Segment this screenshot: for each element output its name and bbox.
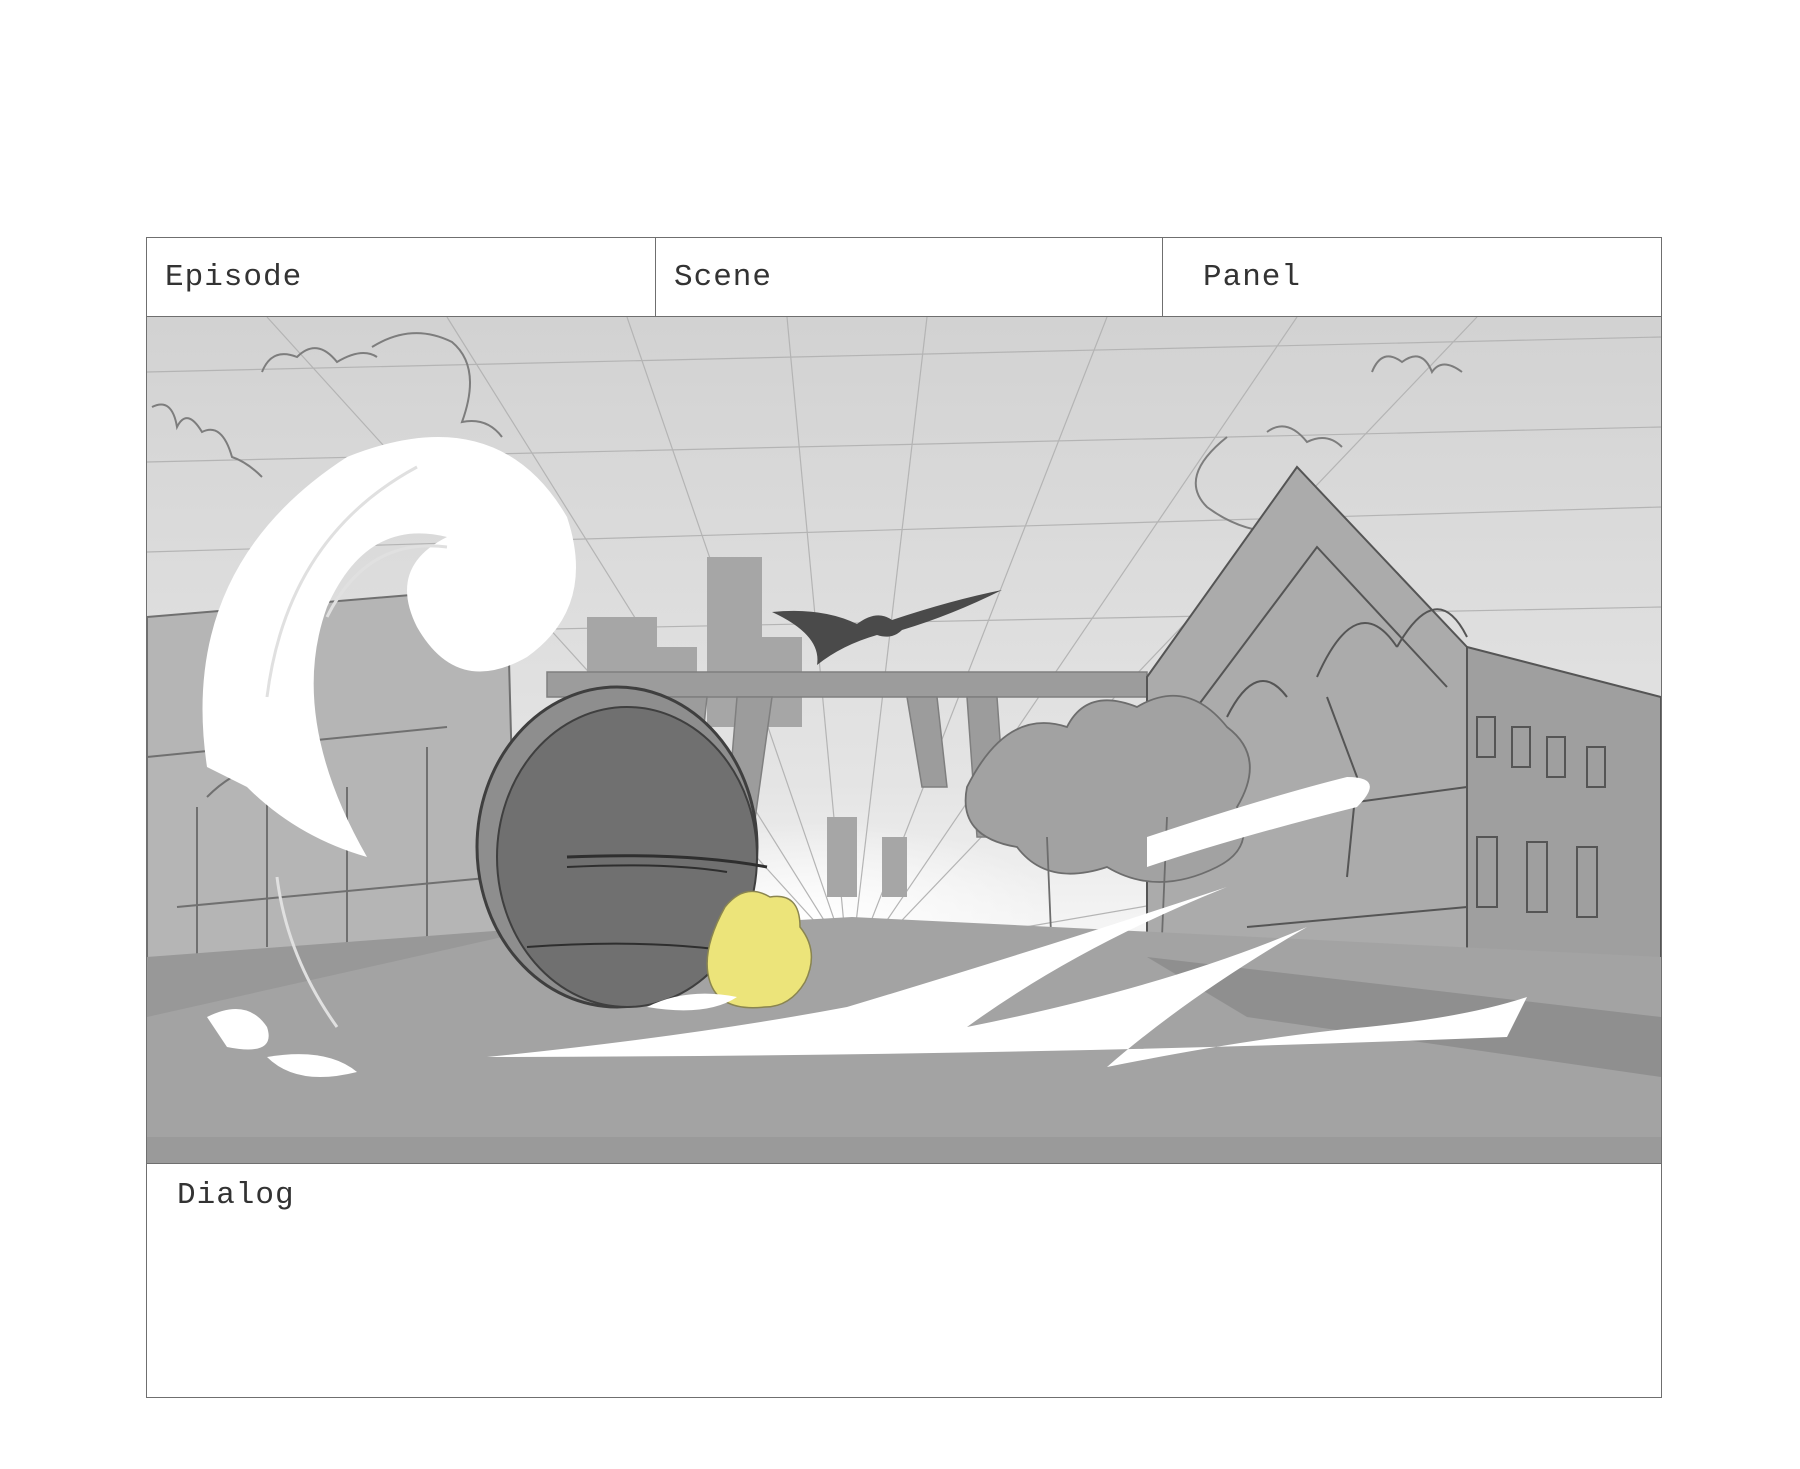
panel-label: Panel [1203, 260, 1302, 295]
episode-label: Episode [165, 260, 303, 295]
foreground-strip [147, 1137, 1661, 1163]
episode-field[interactable]: Episode [147, 238, 656, 316]
storyboard-sketch [147, 317, 1661, 1163]
panel-field[interactable]: Panel [1163, 238, 1661, 316]
header-row: Episode Scene Panel [147, 238, 1661, 317]
dialog-label: Dialog [177, 1178, 295, 1213]
scene-field[interactable]: Scene [656, 238, 1163, 316]
panel-illustration [147, 317, 1661, 1164]
storyboard-sheet: Episode Scene Panel Dialog [146, 237, 1662, 1398]
dialog-box[interactable]: Dialog [147, 1164, 1661, 1397]
scene-label: Scene [674, 260, 773, 295]
